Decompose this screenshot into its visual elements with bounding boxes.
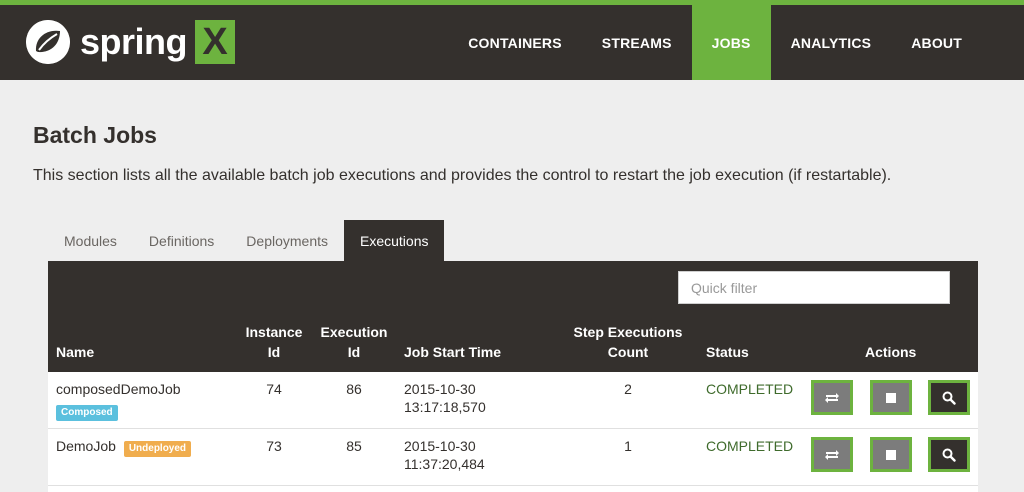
stop-button[interactable]: [870, 380, 912, 415]
nav-analytics[interactable]: ANALYTICS: [771, 5, 892, 80]
details-button[interactable]: [928, 380, 970, 415]
table-header: Name Instance Id Execution Id Job Start …: [48, 314, 978, 372]
tab-executions[interactable]: Executions: [344, 220, 445, 262]
instance-id: 73: [266, 438, 282, 454]
header-execution-id-line1: Execution: [320, 324, 388, 340]
spring-xd-logo[interactable]: spring X: [26, 17, 236, 67]
jobs-tabs: Modules Definitions Deployments Executio…: [48, 220, 445, 262]
header-status[interactable]: Status: [706, 342, 749, 362]
job-start-time: 2015-10-30 11:37:20,484: [404, 437, 485, 473]
page-description: This section lists all the available bat…: [33, 167, 892, 184]
step-executions-count: 2: [624, 381, 632, 397]
table-row: DemoJob Undeployed 73 85 2015-10-30 11:3…: [48, 429, 978, 486]
stop-button[interactable]: [870, 437, 912, 472]
start-date: 2015-10-30: [404, 438, 476, 454]
filter-bar: [48, 261, 978, 314]
start-time: 11:37:20,484: [404, 456, 485, 472]
job-badge: Composed: [56, 401, 118, 421]
quick-filter-input[interactable]: [678, 271, 950, 304]
restart-icon: [825, 392, 839, 403]
search-icon: [942, 448, 956, 462]
header-name[interactable]: Name: [56, 342, 94, 362]
job-name-cell: DemoJob Undeployed: [56, 437, 192, 457]
table-row-partial: [48, 486, 978, 492]
brand-name: spring: [80, 21, 188, 62]
start-time: 13:17:18,570: [404, 399, 486, 415]
restart-button[interactable]: [811, 437, 853, 472]
executions-panel: Name Instance Id Execution Id Job Start …: [48, 261, 978, 492]
nav-about[interactable]: ABOUT: [891, 5, 982, 80]
header-actions: Actions: [865, 344, 917, 360]
instance-id: 74: [266, 381, 282, 397]
header-execution-id-line2: Id: [347, 344, 361, 360]
undeployed-badge: Undeployed: [123, 441, 192, 457]
table-row: composedDemoJob Composed 74 86 2015-10-3…: [48, 372, 978, 429]
header-execution-id[interactable]: Execution Id: [314, 322, 394, 362]
brand-x-mark: X: [195, 20, 236, 64]
page-title: Batch Jobs: [33, 122, 157, 148]
search-icon: [942, 391, 956, 405]
nav-streams[interactable]: STREAMS: [582, 5, 692, 80]
execution-id: 85: [346, 438, 362, 454]
composed-badge: Composed: [56, 405, 118, 421]
header-instance-id[interactable]: Instance Id: [238, 322, 310, 362]
stop-icon: [886, 392, 896, 403]
job-name[interactable]: DemoJob: [56, 438, 116, 454]
tab-modules[interactable]: Modules: [48, 220, 133, 262]
nav-containers[interactable]: CONTAINERS: [448, 5, 582, 80]
header-step-executions-count[interactable]: Step Executions Count: [568, 322, 688, 362]
job-start-time: 2015-10-30 13:17:18,570: [404, 380, 486, 416]
stop-icon: [886, 449, 896, 460]
step-executions-count: 1: [624, 438, 632, 454]
job-name[interactable]: composedDemoJob: [56, 380, 181, 398]
main-nav: CONTAINERS STREAMS JOBS ANALYTICS ABOUT: [448, 5, 982, 80]
header-step-count-line1: Step Executions: [573, 324, 683, 340]
nav-jobs[interactable]: JOBS: [691, 5, 771, 80]
top-navbar: spring X CONTAINERS STREAMS JOBS ANALYTI…: [0, 0, 1024, 80]
header-instance-id-line1: Instance: [245, 324, 303, 340]
header-instance-id-line2: Id: [267, 344, 281, 360]
tab-deployments[interactable]: Deployments: [230, 220, 344, 262]
header-step-count-line2: Count: [607, 344, 649, 360]
status-text: COMPLETED: [706, 438, 794, 454]
spring-leaf-icon: [26, 20, 70, 64]
restart-icon: [825, 449, 839, 460]
details-button[interactable]: [928, 437, 970, 472]
status-text: COMPLETED: [706, 381, 794, 397]
header-job-start-time[interactable]: Job Start Time: [404, 342, 501, 362]
execution-id: 86: [346, 381, 362, 397]
restart-button[interactable]: [811, 380, 853, 415]
tab-definitions[interactable]: Definitions: [133, 220, 230, 262]
start-date: 2015-10-30: [404, 381, 476, 397]
